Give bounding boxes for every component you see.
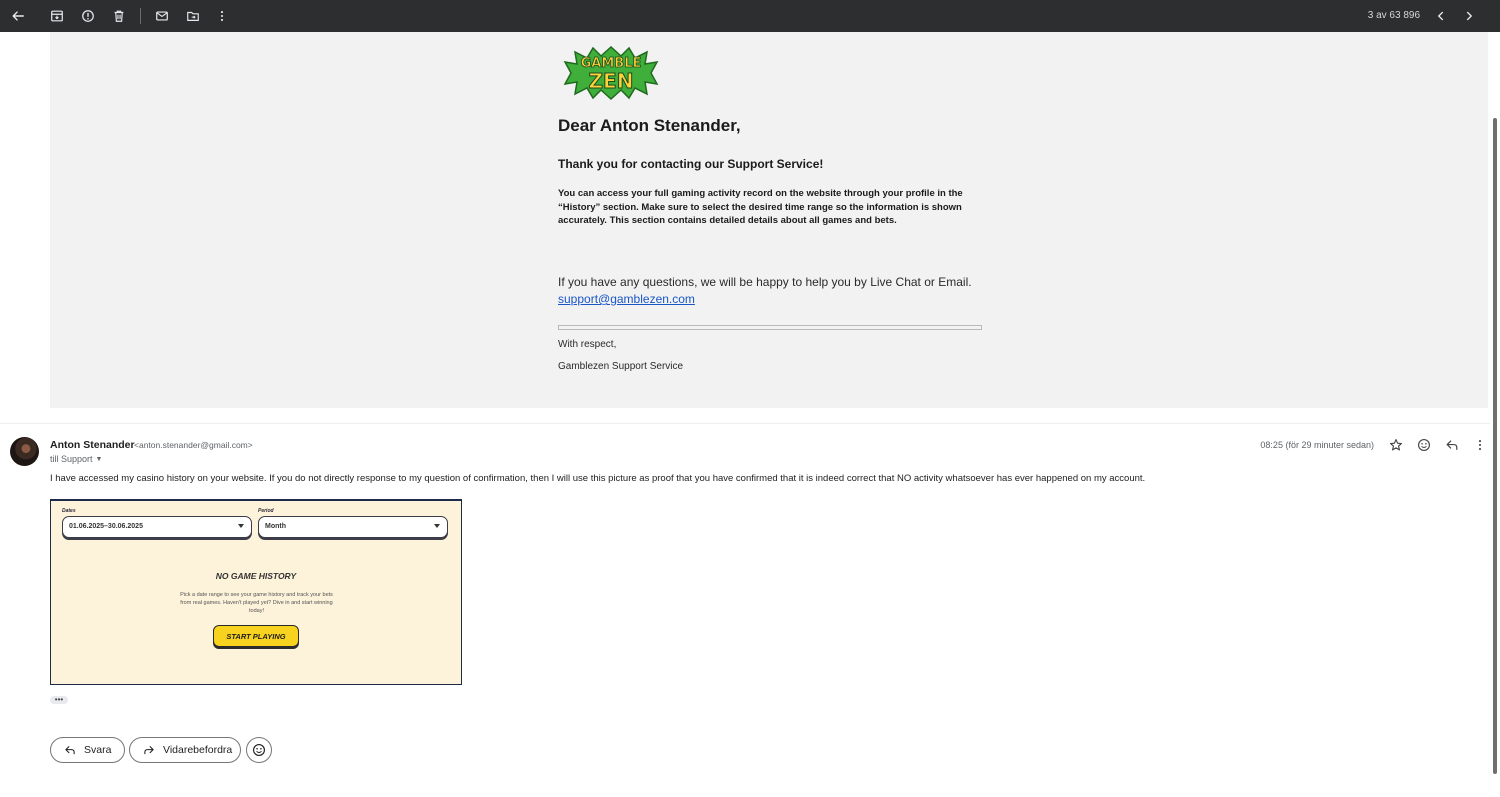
dates-label: Dates xyxy=(62,508,76,514)
smiley-icon xyxy=(253,744,265,756)
quoted-divider xyxy=(558,325,982,330)
message-body: I have accessed my casino history on you… xyxy=(50,473,1146,484)
caret-down-icon[interactable]: ▼ xyxy=(96,456,103,463)
logo-text-zen: ZEN xyxy=(589,69,634,93)
start-playing-button: START PLAYING xyxy=(213,625,299,647)
sender-email: <anton.stenander@gmail.com> xyxy=(134,440,253,450)
move-to-icon[interactable] xyxy=(183,6,203,26)
delete-icon[interactable] xyxy=(109,6,129,26)
report-spam-icon[interactable] xyxy=(78,6,98,26)
dates-caret-icon xyxy=(238,524,244,528)
quoted-body: You can access your full gaming activity… xyxy=(558,188,963,226)
recipient-label: till Support xyxy=(50,454,93,464)
period-caret-icon xyxy=(434,524,440,528)
older-chevron-icon[interactable] xyxy=(1459,6,1479,26)
no-history-description: Pick a date range to see your game histo… xyxy=(180,592,333,614)
star-icon[interactable] xyxy=(1387,436,1405,454)
sender-name[interactable]: Anton Stenander xyxy=(50,439,135,451)
message-counter: 3 av 63 896 xyxy=(1367,10,1420,21)
thread-divider xyxy=(0,423,1490,424)
gamblezen-logo: GAMBLE ZEN xyxy=(563,45,659,101)
message-time: 08:25 (för 29 minuter sedan) xyxy=(1260,440,1374,450)
back-arrow-icon[interactable] xyxy=(8,6,28,26)
quoted-greeting: Dear Anton Stenander, xyxy=(558,116,741,135)
emoji-reaction-icon[interactable] xyxy=(1415,436,1433,454)
support-email-link[interactable]: support@gamblezen.com xyxy=(558,292,695,306)
reply-arrow-icon xyxy=(65,746,75,755)
inline-image-attachment[interactable]: Dates 01.06.2025–30.06.2025 Period Month… xyxy=(50,499,462,685)
archive-icon[interactable] xyxy=(47,6,67,26)
reply-button[interactable]: Svara xyxy=(50,737,125,763)
scrollbar-thumb[interactable] xyxy=(1493,118,1497,774)
forward-arrow-icon xyxy=(144,746,154,755)
forward-button-label: Vidarebefordra xyxy=(163,744,233,756)
recipient-details[interactable]: till Support ▼ xyxy=(50,454,102,464)
emoji-react-button[interactable] xyxy=(246,737,272,763)
reply-button-label: Svara xyxy=(84,744,112,756)
forward-button[interactable]: Vidarebefordra xyxy=(129,737,241,763)
period-label: Period xyxy=(258,508,274,514)
toolbar-separator xyxy=(140,8,141,24)
reply-icon[interactable] xyxy=(1443,436,1461,454)
avatar[interactable] xyxy=(10,437,39,466)
dates-select: 01.06.2025–30.06.2025 xyxy=(62,516,252,538)
newer-chevron-icon[interactable] xyxy=(1431,6,1451,26)
no-history-title: NO GAME HISTORY xyxy=(215,571,297,581)
quoted-thanks: Thank you for contacting our Support Ser… xyxy=(558,157,824,171)
more-vert-icon[interactable] xyxy=(212,6,232,26)
quoted-signature: Gamblezen Support Service xyxy=(558,361,684,372)
period-select: Month xyxy=(258,516,448,538)
period-value: Month xyxy=(265,523,286,530)
quoted-closing: With respect, xyxy=(558,339,617,350)
dates-value: 01.06.2025–30.06.2025 xyxy=(69,523,143,530)
toolbar: 3 av 63 896 xyxy=(0,0,1500,32)
quoted-questions: If you have any questions, we will be ha… xyxy=(558,275,972,289)
mark-unread-icon[interactable] xyxy=(152,6,172,26)
message-more-vert-icon[interactable] xyxy=(1471,436,1489,454)
show-trimmed-content-button[interactable]: ••• xyxy=(50,696,68,704)
